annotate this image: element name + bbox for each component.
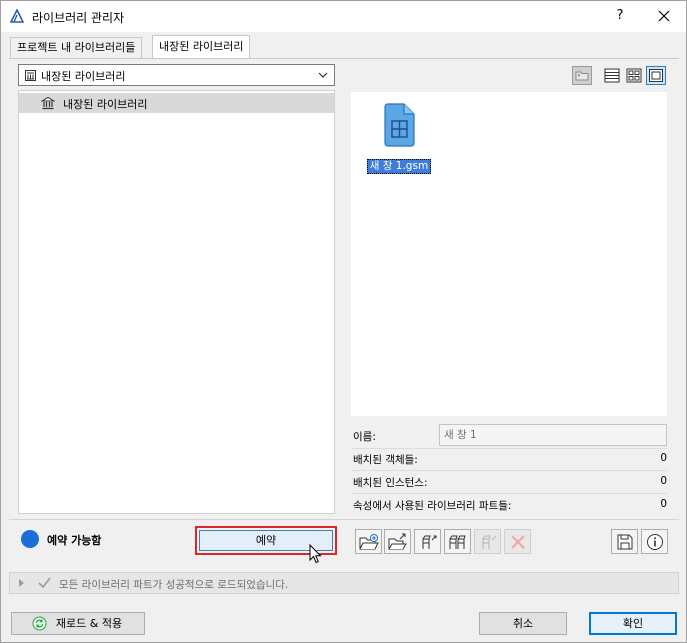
reserve-object-button[interactable] (414, 529, 441, 554)
checkmark-icon (38, 577, 51, 589)
close-icon (658, 10, 670, 22)
reload-icon (32, 616, 47, 631)
export-button[interactable] (384, 529, 411, 554)
placed-objects-label: 배치된 객체들: (353, 454, 418, 466)
open-folder-add-icon (359, 534, 379, 550)
grid-view-button[interactable] (624, 66, 644, 85)
grid-view-icon (626, 68, 642, 83)
separator (351, 470, 667, 471)
used-parts-value: 0 (660, 498, 667, 510)
library-building-icon (41, 96, 55, 110)
separator (351, 493, 667, 494)
tree-item-embedded-library[interactable]: 내장된 라이브러리 (19, 93, 334, 113)
delete-icon (511, 535, 525, 549)
tab-divider (9, 58, 679, 59)
reload-apply-button[interactable]: 재로드 & 적용 (11, 612, 145, 635)
parent-folder-button[interactable] (572, 66, 592, 85)
archicad-icon (10, 9, 24, 23)
status-bar: 모든 라이브러리 파트가 성공적으로 로드되었습니다. (9, 572, 679, 594)
large-icon-view-icon (646, 66, 666, 85)
file-name-label[interactable]: 새 창 1.gsm (367, 159, 431, 174)
help-button[interactable]: ? (606, 6, 634, 26)
library-dropdown[interactable]: 내장된 라이브러리 (18, 64, 335, 86)
window-object-file-icon[interactable] (382, 103, 416, 147)
chevron-down-icon (318, 72, 328, 78)
library-dropdown-value: 내장된 라이브러리 (41, 70, 126, 83)
name-field[interactable]: 새 창 1 (439, 424, 667, 446)
add-library-button[interactable] (355, 529, 382, 554)
tab-project-libraries[interactable]: 프로젝트 내 라이브러리들 (10, 37, 143, 58)
reserve-object-icon (422, 535, 437, 549)
reload-apply-label: 재로드 & 적용 (55, 617, 123, 630)
info-button[interactable] (641, 529, 668, 554)
mouse-cursor-icon (309, 544, 322, 564)
list-view-button[interactable] (602, 66, 622, 85)
reservation-status-icon (21, 530, 39, 548)
name-label: 이름: (353, 431, 376, 443)
window-title: 라이브러리 관리자 (32, 11, 125, 25)
reservation-status: 예약 가능함 (47, 534, 102, 547)
save-button[interactable] (611, 529, 638, 554)
tab-embedded-library[interactable]: 내장된 라이브러리 (152, 35, 251, 59)
export-folder-icon (388, 533, 407, 550)
release-objects-button[interactable] (444, 529, 471, 554)
request-object-icon (482, 535, 497, 549)
info-icon (647, 534, 663, 550)
delete-button[interactable] (504, 529, 531, 554)
title-bar: 라이브러리 관리자 ? (1, 1, 686, 32)
used-parts-label: 속성에서 사용된 라이브러리 파트들: (353, 500, 512, 512)
library-tree[interactable]: 내장된 라이브러리 (18, 90, 335, 514)
status-message: 모든 라이브러리 파트가 성공적으로 로드되었습니다. (59, 579, 289, 591)
cancel-button[interactable]: 취소 (479, 612, 567, 635)
separator (351, 448, 667, 449)
large-icon-view-button[interactable] (646, 66, 666, 85)
list-view-icon (604, 68, 620, 83)
library-manager-dialog: 라이브러리 관리자 ? 프로젝트 내 라이브러리들 내장된 라이브러리 내장된 … (0, 0, 687, 643)
placed-instances-value: 0 (660, 475, 667, 487)
tree-item-label: 내장된 라이브러리 (63, 98, 148, 111)
close-button[interactable] (650, 6, 678, 26)
library-icon (25, 70, 36, 81)
release-objects-icon (449, 535, 466, 549)
expand-arrow-icon[interactable] (18, 578, 26, 588)
request-object-button[interactable] (474, 529, 501, 554)
section-divider (9, 519, 679, 520)
placed-instances-label: 배치된 인스턴스: (353, 477, 428, 489)
placed-objects-value: 0 (660, 452, 667, 464)
parent-folder-icon (572, 66, 592, 85)
ok-button[interactable]: 확인 (589, 612, 677, 635)
save-icon (617, 534, 633, 550)
